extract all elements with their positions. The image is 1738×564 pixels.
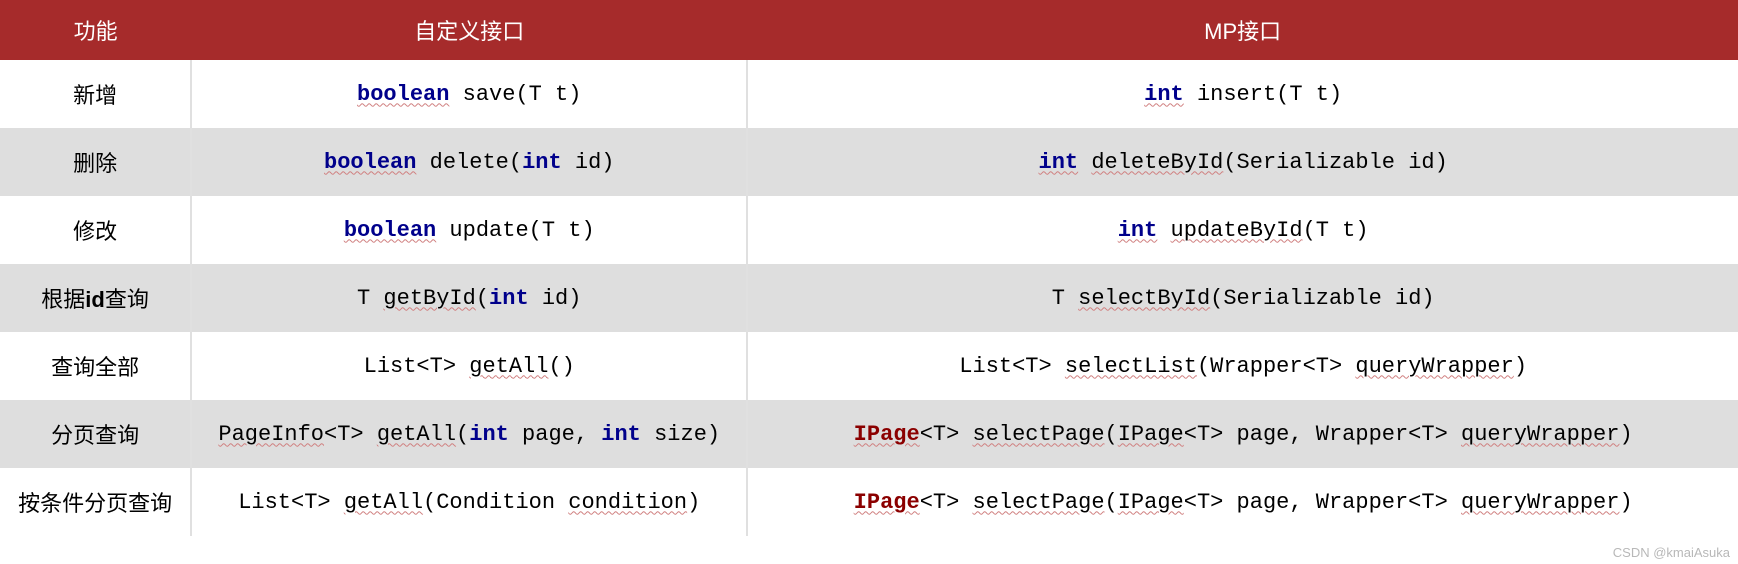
custom-api-cell: boolean update(T t) [191, 196, 747, 264]
table-row: 修改 boolean update(T t) int updateById(T … [0, 196, 1738, 264]
table-row: 按条件分页查询 List<T> getAll(Condition conditi… [0, 468, 1738, 536]
custom-api-cell: List<T> getAll(Condition condition) [191, 468, 747, 536]
mp-api-cell: IPage<T> selectPage(IPage<T> page, Wrapp… [747, 468, 1738, 536]
feature-cell: 删除 [0, 128, 191, 196]
mp-api-cell: T selectById(Serializable id) [747, 264, 1738, 332]
watermark-text: CSDN @kmaiAsuka [1613, 545, 1730, 560]
custom-api-cell: boolean save(T t) [191, 60, 747, 128]
header-mp-api: MP接口 [747, 0, 1738, 60]
table-header-row: 功能 自定义接口 MP接口 [0, 0, 1738, 60]
table-row: 根据id查询 T getById(int id) T selectById(Se… [0, 264, 1738, 332]
custom-api-cell: T getById(int id) [191, 264, 747, 332]
comparison-table: 功能 自定义接口 MP接口 新增 boolean save(T t) int i… [0, 0, 1738, 536]
mp-api-cell: IPage<T> selectPage(IPage<T> page, Wrapp… [747, 400, 1738, 468]
mp-api-cell: int deleteById(Serializable id) [747, 128, 1738, 196]
feature-cell: 修改 [0, 196, 191, 264]
table-row: 删除 boolean delete(int id) int deleteById… [0, 128, 1738, 196]
feature-cell: 根据id查询 [0, 264, 191, 332]
table-row: 分页查询 PageInfo<T> getAll(int page, int si… [0, 400, 1738, 468]
custom-api-cell: PageInfo<T> getAll(int page, int size) [191, 400, 747, 468]
header-feature: 功能 [0, 0, 191, 60]
mp-api-cell: int insert(T t) [747, 60, 1738, 128]
table-row: 查询全部 List<T> getAll() List<T> selectList… [0, 332, 1738, 400]
table-row: 新增 boolean save(T t) int insert(T t) [0, 60, 1738, 128]
feature-cell: 分页查询 [0, 400, 191, 468]
custom-api-cell: boolean delete(int id) [191, 128, 747, 196]
feature-cell: 按条件分页查询 [0, 468, 191, 536]
feature-cell: 新增 [0, 60, 191, 128]
custom-api-cell: List<T> getAll() [191, 332, 747, 400]
mp-api-cell: int updateById(T t) [747, 196, 1738, 264]
feature-cell: 查询全部 [0, 332, 191, 400]
mp-api-cell: List<T> selectList(Wrapper<T> queryWrapp… [747, 332, 1738, 400]
header-custom-api: 自定义接口 [191, 0, 747, 60]
